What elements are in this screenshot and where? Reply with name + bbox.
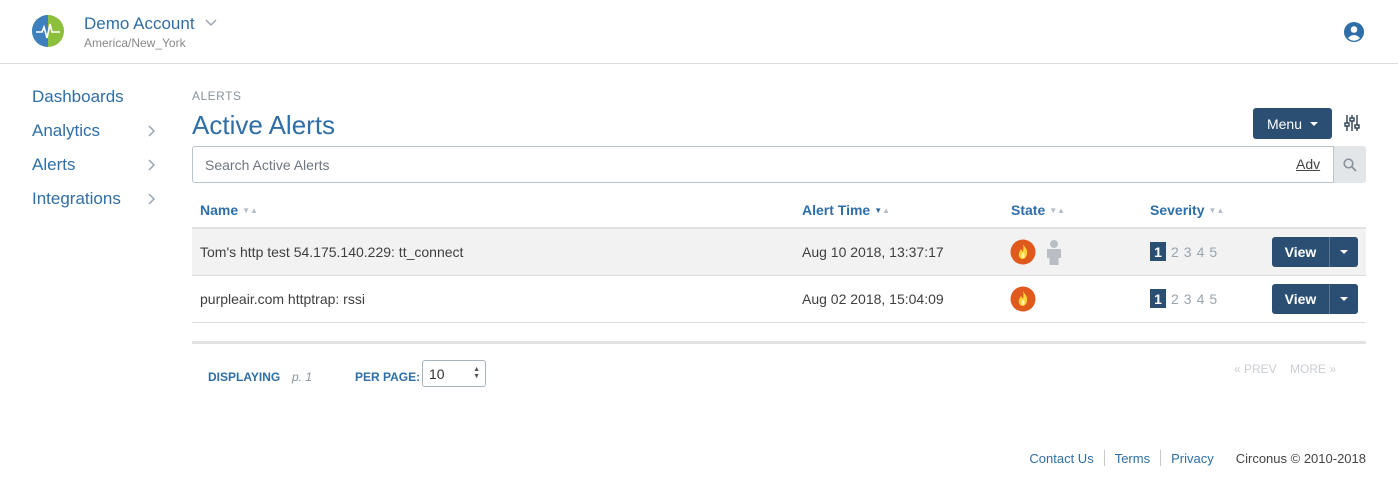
sidebar-item-label: Alerts: [32, 155, 76, 174]
severity-indicator: 1 2 3 4 5: [1150, 242, 1217, 261]
alerts-table: Name ▼▲ Alert Time ▼▲ State ▼▲ Severity ▼▲ T…: [192, 192, 1366, 323]
chevron-right-icon: [148, 193, 156, 205]
sort-icon: ▼▲: [242, 206, 258, 215]
footer: Contact Us Terms Privacy Circonus © 2010…: [1029, 450, 1366, 466]
circonus-logo-icon[interactable]: [32, 15, 64, 47]
alert-time: Aug 10 2018, 13:37:17: [802, 244, 944, 260]
contact-us-link[interactable]: Contact Us: [1029, 451, 1093, 466]
table-row[interactable]: purpleair.com httptrap: rssi Aug 02 2018…: [192, 276, 1366, 323]
search-button[interactable]: [1334, 146, 1366, 183]
view-dropdown-button[interactable]: [1329, 237, 1358, 267]
sidebar-item-label: Dashboards: [32, 87, 124, 106]
caret-down-icon: [1340, 297, 1348, 301]
fire-icon: [1010, 239, 1036, 265]
column-header-name[interactable]: Name ▼▲: [200, 202, 258, 218]
sort-icon: ▼▲: [1049, 206, 1066, 215]
privacy-link[interactable]: Privacy: [1171, 451, 1214, 466]
column-header-severity[interactable]: Severity ▼▲: [1150, 202, 1224, 218]
severity-indicator: 1 2 3 4 5: [1150, 289, 1217, 308]
chevron-down-icon: [205, 19, 217, 27]
severity-level: 2: [1171, 290, 1179, 307]
severity-active: 1: [1150, 242, 1166, 261]
per-page-select[interactable]: 10 ▲ ▼: [422, 360, 486, 387]
table-row[interactable]: Tom's http test 54.175.140.229: tt_conne…: [192, 229, 1366, 276]
account-name: Demo Account: [84, 14, 195, 33]
state-icons: [1010, 239, 1064, 265]
sidebar-item-label: Analytics: [32, 121, 101, 140]
menu-button[interactable]: Menu: [1253, 108, 1332, 139]
chevron-right-icon: [148, 125, 156, 137]
table-header: Name ▼▲ Alert Time ▼▲ State ▼▲ Severity ▼▲: [192, 192, 1366, 229]
alert-name[interactable]: Tom's http test 54.175.140.229: tt_conne…: [200, 244, 463, 260]
chevron-right-icon: [148, 159, 156, 171]
menu-button-label: Menu: [1266, 115, 1303, 132]
sidebar-item-analytics[interactable]: Analytics: [32, 114, 156, 148]
account-timezone: America/New_York: [84, 36, 186, 50]
search-input[interactable]: [192, 146, 1334, 183]
column-label: Name: [200, 202, 239, 218]
person-icon: [1047, 240, 1061, 265]
terms-link[interactable]: Terms: [1115, 451, 1150, 466]
copyright-text: Circonus © 2010-2018: [1235, 450, 1366, 466]
more-page-link[interactable]: MORE »: [1290, 362, 1336, 376]
view-button[interactable]: View: [1272, 237, 1329, 267]
search-icon: [1343, 157, 1357, 172]
breadcrumb[interactable]: ALERTS: [192, 89, 241, 103]
column-label: Severity: [1150, 202, 1205, 218]
severity-active: 1: [1150, 289, 1166, 308]
per-page-label: PER PAGE:: [355, 370, 421, 384]
view-button[interactable]: View: [1272, 284, 1329, 314]
page-title: Active Alerts: [192, 110, 336, 140]
sort-asc-icon: ▲: [882, 206, 891, 215]
top-header: Demo Account America/New_York: [0, 0, 1398, 64]
view-button-group: View: [1272, 284, 1358, 314]
displaying-label: DISPLAYING: [208, 370, 281, 384]
view-dropdown-button[interactable]: [1329, 284, 1358, 314]
severity-level: 5: [1209, 243, 1218, 260]
alert-name[interactable]: purpleair.com httptrap: rssi: [200, 291, 365, 307]
column-label: State: [1011, 202, 1046, 218]
state-icons: [1010, 286, 1036, 312]
fire-icon: [1010, 286, 1036, 312]
sidebar-item-integrations[interactable]: Integrations: [32, 182, 156, 216]
severity-level: 4: [1196, 290, 1205, 307]
footer-divider: [1160, 450, 1162, 466]
search-bar: Adv: [192, 146, 1366, 183]
column-header-alert-time[interactable]: Alert Time ▼▲: [802, 202, 890, 218]
sidebar-item-label: Integrations: [32, 189, 121, 208]
sidebar-item-dashboards[interactable]: Dashboards: [32, 80, 156, 114]
caret-down-icon: [1340, 250, 1348, 254]
sort-desc-icon: ▼: [874, 206, 883, 215]
severity-level: 5: [1209, 290, 1218, 307]
page-number: p. 1: [292, 370, 313, 384]
severity-level: 3: [1183, 290, 1192, 307]
severity-level: 3: [1183, 243, 1192, 260]
view-button-group: View: [1272, 237, 1358, 267]
user-profile-icon[interactable]: [1344, 22, 1364, 42]
sidebar-nav: Dashboards Analytics Alerts Integrations: [32, 80, 156, 216]
severity-level: 2: [1171, 243, 1179, 260]
alert-time: Aug 02 2018, 15:04:09: [802, 291, 944, 307]
stepper-arrows-icon: ▲ ▼: [473, 366, 480, 380]
column-header-state[interactable]: State ▼▲: [1011, 202, 1065, 218]
severity-level: 4: [1196, 243, 1205, 260]
caret-down-icon: [1310, 121, 1319, 126]
pager-divider: [192, 341, 1366, 344]
advanced-search-link[interactable]: Adv: [1296, 156, 1320, 172]
sliders-icon[interactable]: [1344, 114, 1360, 132]
column-label: Alert Time: [802, 202, 871, 218]
account-switcher[interactable]: Demo Account America/New_York: [84, 14, 217, 50]
prev-page-link[interactable]: « PREV: [1234, 362, 1277, 376]
sidebar-item-alerts[interactable]: Alerts: [32, 148, 156, 182]
footer-divider: [1103, 450, 1105, 466]
per-page-value: 10: [429, 365, 445, 382]
sort-icon: ▼▲: [1208, 206, 1225, 215]
